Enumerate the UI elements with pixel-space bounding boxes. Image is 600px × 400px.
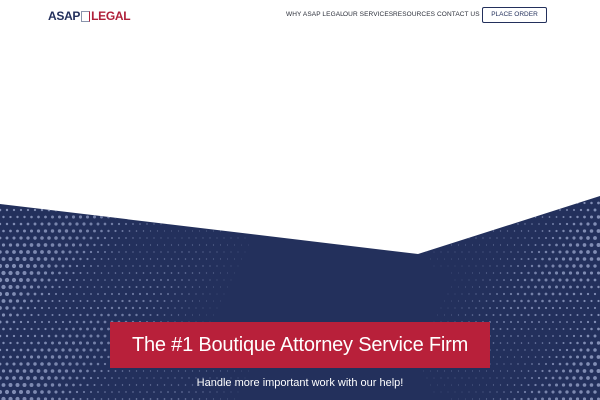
nav-our-services[interactable]: OUR SERVICES — [343, 11, 393, 19]
nav-contact-us[interactable]: CONTACT US — [437, 11, 480, 19]
hero-subheadline: Handle more important work with our help… — [196, 377, 404, 389]
logo-text-legal: LEGAL — [91, 9, 131, 23]
site-header: ASAP LEGAL WHY ASAP LEGAL OUR SERVICES R… — [0, 0, 600, 32]
logo-mark-icon — [81, 10, 91, 22]
nav-resources[interactable]: RESOURCES — [393, 11, 435, 19]
logo-text-asap: ASAP — [48, 9, 81, 23]
asap-legal-logo[interactable]: ASAP LEGAL — [48, 8, 131, 24]
nav-why-asap-legal[interactable]: WHY ASAP LEGAL — [286, 11, 344, 19]
place-order-button[interactable]: PLACE ORDER — [482, 7, 547, 23]
hero-headline-banner: The #1 Boutique Attorney Service Firm — [110, 322, 490, 368]
hero-headline: The #1 Boutique Attorney Service Firm — [131, 333, 469, 356]
hero-navy-band — [0, 196, 600, 400]
